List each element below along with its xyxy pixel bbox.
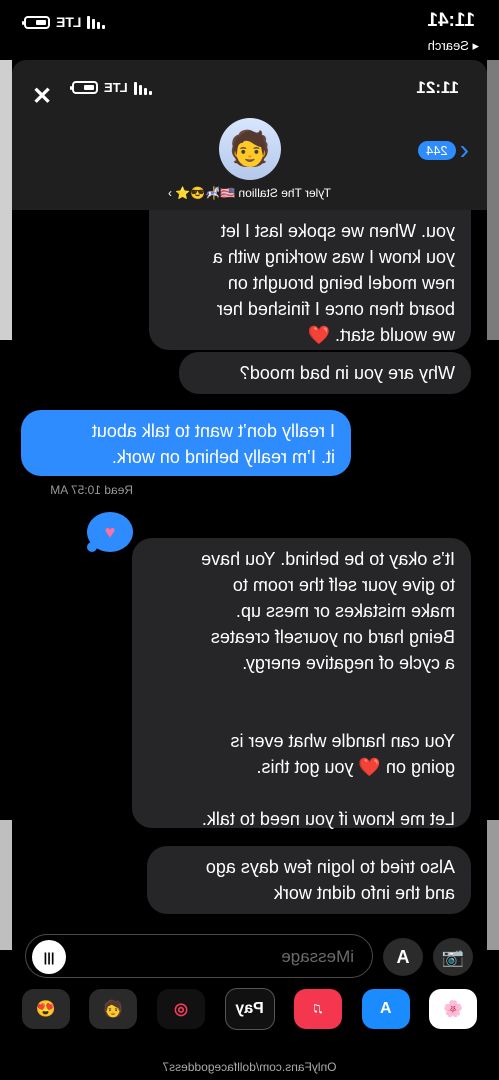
message-bubble[interactable]: Also tried to login few days ago and the… xyxy=(147,846,471,914)
watermark: OnlyFans.com/dollfacegoddess7 xyxy=(162,1060,337,1074)
app-store-icon[interactable]: A xyxy=(383,938,423,976)
inner-network-type: LTE xyxy=(104,80,128,95)
apple-pay-icon[interactable]: Pay xyxy=(224,988,275,1030)
left-edge xyxy=(487,60,499,340)
outer-clock: 11:41 xyxy=(427,10,475,31)
music-app-icon[interactable]: ♫ xyxy=(294,989,343,1029)
close-icon[interactable]: ✕ xyxy=(32,82,52,111)
unread-badge: 244 xyxy=(417,140,456,160)
inner-battery-icon xyxy=(72,81,98,94)
message-bubble[interactable]: you. When we spoke last I let you know I… xyxy=(149,210,471,350)
message-bubble[interactable]: Why are you in bad mood? xyxy=(179,352,471,394)
app-store-app-icon[interactable]: A xyxy=(361,989,410,1029)
outer-status-icons: LTE xyxy=(24,14,106,30)
audio-message-icon[interactable]: ||| xyxy=(32,940,66,974)
conversation-header: 11:21 LTE ✕ ‹ 244 🧑 Tyler The Stallion 🇺… xyxy=(12,60,487,210)
right-edge xyxy=(0,60,12,340)
outer-status-bar: 11:41 ◂ Search LTE xyxy=(0,0,499,60)
message-bubble[interactable]: It’s okay to be behind. You have to give… xyxy=(132,538,471,829)
avatar[interactable]: 🧑 xyxy=(219,118,281,180)
message-input[interactable]: iMessage ||| xyxy=(25,934,373,978)
right-edge-lower xyxy=(0,820,12,950)
memoji-stickers-icon[interactable]: 😍 xyxy=(21,989,70,1029)
inner-signal-icon xyxy=(133,81,152,95)
composer: 📷 A iMessage ||| xyxy=(12,932,487,982)
screen: 11:41 ◂ Search LTE 11:21 LTE ✕ ‹ 244 🧑 T… xyxy=(0,0,499,1080)
back-to-search-link[interactable]: ◂ Search xyxy=(428,38,479,54)
photos-app-icon[interactable]: 🌸 xyxy=(429,989,478,1029)
inner-clock: 11:21 xyxy=(416,78,459,97)
memoji-app-icon[interactable]: 🧑 xyxy=(89,989,138,1029)
contact-name[interactable]: Tyler The Stallion 🇺🇸🎠😎⭐ › xyxy=(12,186,487,200)
camera-icon[interactable]: 📷 xyxy=(433,938,473,976)
signal-icon xyxy=(87,15,106,29)
message-bubble-sent[interactable]: I really don’t want to talk about it. I’… xyxy=(21,410,351,476)
messages-app: 11:21 LTE ✕ ‹ 244 🧑 Tyler The Stallion 🇺… xyxy=(12,60,487,1080)
network-type: LTE xyxy=(56,14,82,30)
app-drawer: 🌸 A ♫ Pay ◎ 🧑 😍 xyxy=(12,984,487,1034)
message-placeholder: iMessage xyxy=(281,947,354,966)
inner-status-icons: LTE xyxy=(72,80,152,95)
battery-icon xyxy=(24,15,50,29)
activity-app-icon[interactable]: ◎ xyxy=(156,989,205,1029)
mirrored-view: 11:41 ◂ Search LTE 11:21 LTE ✕ ‹ 244 🧑 T… xyxy=(0,0,499,1080)
left-edge-lower xyxy=(487,820,499,950)
chevron-left-icon: ‹ xyxy=(459,134,469,165)
back-button[interactable]: ‹ 244 xyxy=(417,134,469,165)
heart-tapback-icon[interactable]: ♥ xyxy=(87,512,133,552)
read-receipt: Read 10:57 AM xyxy=(50,483,133,497)
